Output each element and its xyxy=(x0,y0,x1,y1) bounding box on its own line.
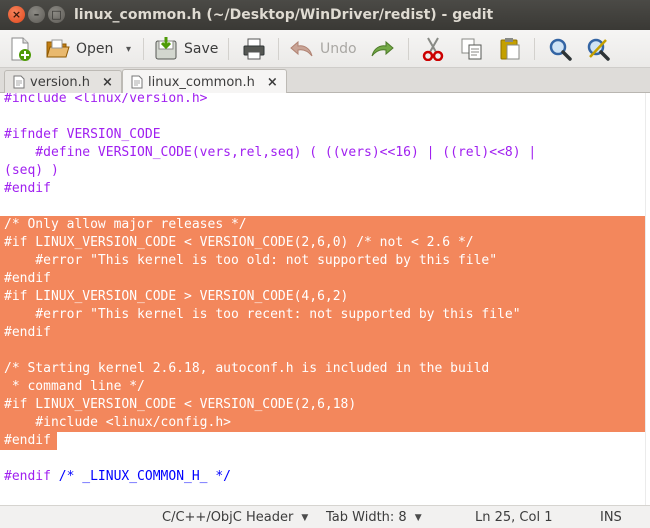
redo-button[interactable] xyxy=(370,35,394,63)
tab-width-selector[interactable]: Tab Width: 8 ▼ xyxy=(326,510,422,525)
text-editor[interactable]: #include <linux/version.h> #ifndef VERSIO… xyxy=(0,93,645,505)
toolbar-separator xyxy=(534,38,535,60)
copy-icon xyxy=(461,38,482,60)
print-icon xyxy=(243,38,265,60)
find-replace-icon xyxy=(587,38,610,61)
code-line: #if LINUX_VERSION_CODE < VERSION_CODE(2,… xyxy=(4,397,357,412)
document-tabs: version.h × linux_common.h × xyxy=(0,68,650,94)
recent-files-dropdown[interactable]: ▾ xyxy=(126,35,131,63)
window-title: linux_common.h (~/Desktop/WinDriver/redi… xyxy=(74,7,494,23)
copy-button[interactable] xyxy=(460,35,484,63)
tab-linux-common-h[interactable]: linux_common.h × xyxy=(122,69,287,94)
toolbar-separator xyxy=(408,38,409,60)
code-line: (seq) ) xyxy=(4,163,59,178)
code-line: * command line */ xyxy=(4,379,145,394)
language-selector[interactable]: C/C++/ObjC Header ▼ xyxy=(162,510,308,525)
close-icon: × xyxy=(11,8,22,21)
window-minimize-button[interactable]: – xyxy=(28,6,45,23)
minimize-icon: – xyxy=(33,8,40,21)
language-label: C/C++/ObjC Header xyxy=(162,510,294,525)
code-line: #endif xyxy=(4,181,51,196)
open-button[interactable]: Open xyxy=(46,35,113,63)
find-replace-button[interactable] xyxy=(586,35,610,63)
chevron-down-icon: ▾ xyxy=(126,43,132,55)
find-button[interactable] xyxy=(548,35,572,63)
new-document-button[interactable] xyxy=(10,35,32,63)
insert-mode: INS xyxy=(600,510,622,525)
tab-close-icon[interactable]: × xyxy=(267,75,278,90)
code-line: #endif xyxy=(4,271,51,286)
tab-version-h[interactable]: version.h × xyxy=(4,70,122,93)
code-line: #include <linux/version.h> xyxy=(4,93,208,106)
tab-close-icon[interactable]: × xyxy=(102,75,113,90)
folder-open-icon xyxy=(46,39,70,58)
title-bar[interactable]: × – □ linux_common.h (~/Desktop/WinDrive… xyxy=(0,0,650,30)
code-line: #endif xyxy=(4,433,51,448)
maximize-icon: □ xyxy=(51,8,62,21)
code-line: #if LINUX_VERSION_CODE > VERSION_CODE(4,… xyxy=(4,289,349,304)
code-line: #if LINUX_VERSION_CODE < VERSION_CODE(2,… xyxy=(4,235,474,250)
code-line: #error "This kernel is too recent: not s… xyxy=(4,307,521,322)
tab-label: version.h xyxy=(30,74,90,90)
window-maximize-button[interactable]: □ xyxy=(48,6,65,23)
code-line: #error "This kernel is too old: not supp… xyxy=(4,253,498,268)
tab-label: linux_common.h xyxy=(148,74,255,90)
undo-label: Undo xyxy=(320,41,357,57)
scissors-icon xyxy=(422,37,444,61)
window-close-button[interactable]: × xyxy=(8,6,25,23)
cut-button[interactable] xyxy=(422,35,444,63)
code-line: /* Only allow major releases */ xyxy=(4,217,247,232)
code-line: #define VERSION_CODE(vers,rel,seq) ( ((v… xyxy=(4,145,537,160)
insert-mode-label: INS xyxy=(600,510,622,525)
paste-button[interactable] xyxy=(498,35,522,63)
code-line: #endif xyxy=(4,325,51,340)
toolbar: Open ▾ Save Undo xyxy=(0,30,650,68)
save-label: Save xyxy=(184,41,219,57)
code-line: /* Starting kernel 2.6.18, autoconf.h is… xyxy=(4,361,490,376)
save-icon xyxy=(155,37,177,60)
open-label: Open xyxy=(76,41,114,57)
code-line: #endif /* _LINUX_COMMON_H_ */ xyxy=(4,469,231,484)
toolbar-separator xyxy=(278,38,279,60)
vertical-scrollbar[interactable] xyxy=(645,93,650,505)
undo-button[interactable]: Undo xyxy=(290,35,357,63)
search-icon xyxy=(549,38,572,61)
toolbar-separator xyxy=(228,38,229,60)
document-icon xyxy=(131,75,143,89)
chevron-down-icon: ▼ xyxy=(414,512,422,523)
redo-icon xyxy=(371,40,394,57)
status-bar: C/C++/ObjC Header ▼ Tab Width: 8 ▼ Ln 25… xyxy=(0,505,650,528)
undo-icon xyxy=(290,40,313,57)
cursor-position: Ln 25, Col 1 xyxy=(475,510,552,525)
print-button[interactable] xyxy=(242,35,266,63)
chevron-down-icon: ▼ xyxy=(301,512,309,523)
code-line: #include <linux/config.h> xyxy=(4,415,231,430)
save-button[interactable]: Save xyxy=(154,35,218,63)
toolbar-separator xyxy=(143,38,144,60)
cursor-position-label: Ln 25, Col 1 xyxy=(475,510,553,525)
tab-width-label: Tab Width: 8 xyxy=(326,510,407,525)
paste-icon xyxy=(500,38,520,60)
document-icon xyxy=(13,75,25,89)
new-document-icon xyxy=(11,37,31,61)
code-line: #ifndef VERSION_CODE xyxy=(4,127,161,142)
